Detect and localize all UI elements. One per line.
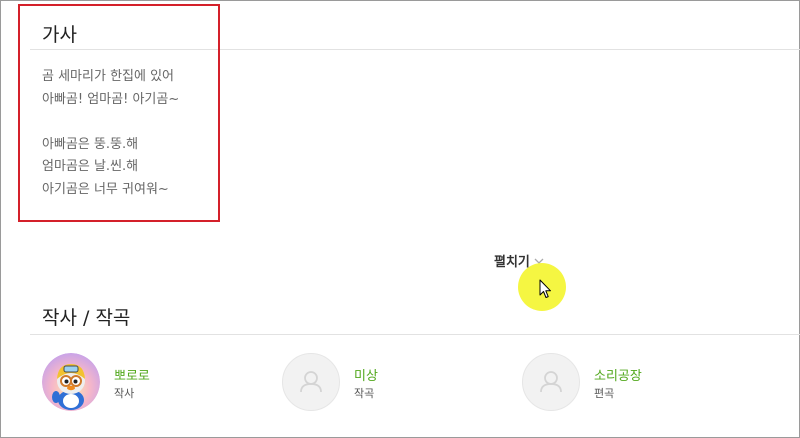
avatar[interactable] [42, 353, 100, 411]
credit-name[interactable]: 소리공장 [594, 365, 642, 384]
credit-role: 작곡 [354, 387, 375, 400]
credit-name[interactable]: 뽀로로 [114, 365, 150, 384]
avatar[interactable] [522, 353, 580, 411]
credits-section-title: 작사 / 작곡 [42, 307, 131, 329]
credit-role: 편곡 [594, 387, 615, 400]
pororo-character-icon [42, 353, 100, 411]
credits-divider [30, 334, 800, 335]
annotation-highlight-box [18, 4, 220, 222]
avatar[interactable] [282, 353, 340, 411]
credit-name[interactable]: 미상 [354, 365, 378, 384]
mouse-pointer-icon [539, 279, 551, 298]
credit-role: 작사 [114, 387, 135, 400]
default-person-icon [300, 371, 322, 393]
default-person-icon [540, 371, 562, 393]
expand-label: 펼치기 [494, 255, 530, 270]
